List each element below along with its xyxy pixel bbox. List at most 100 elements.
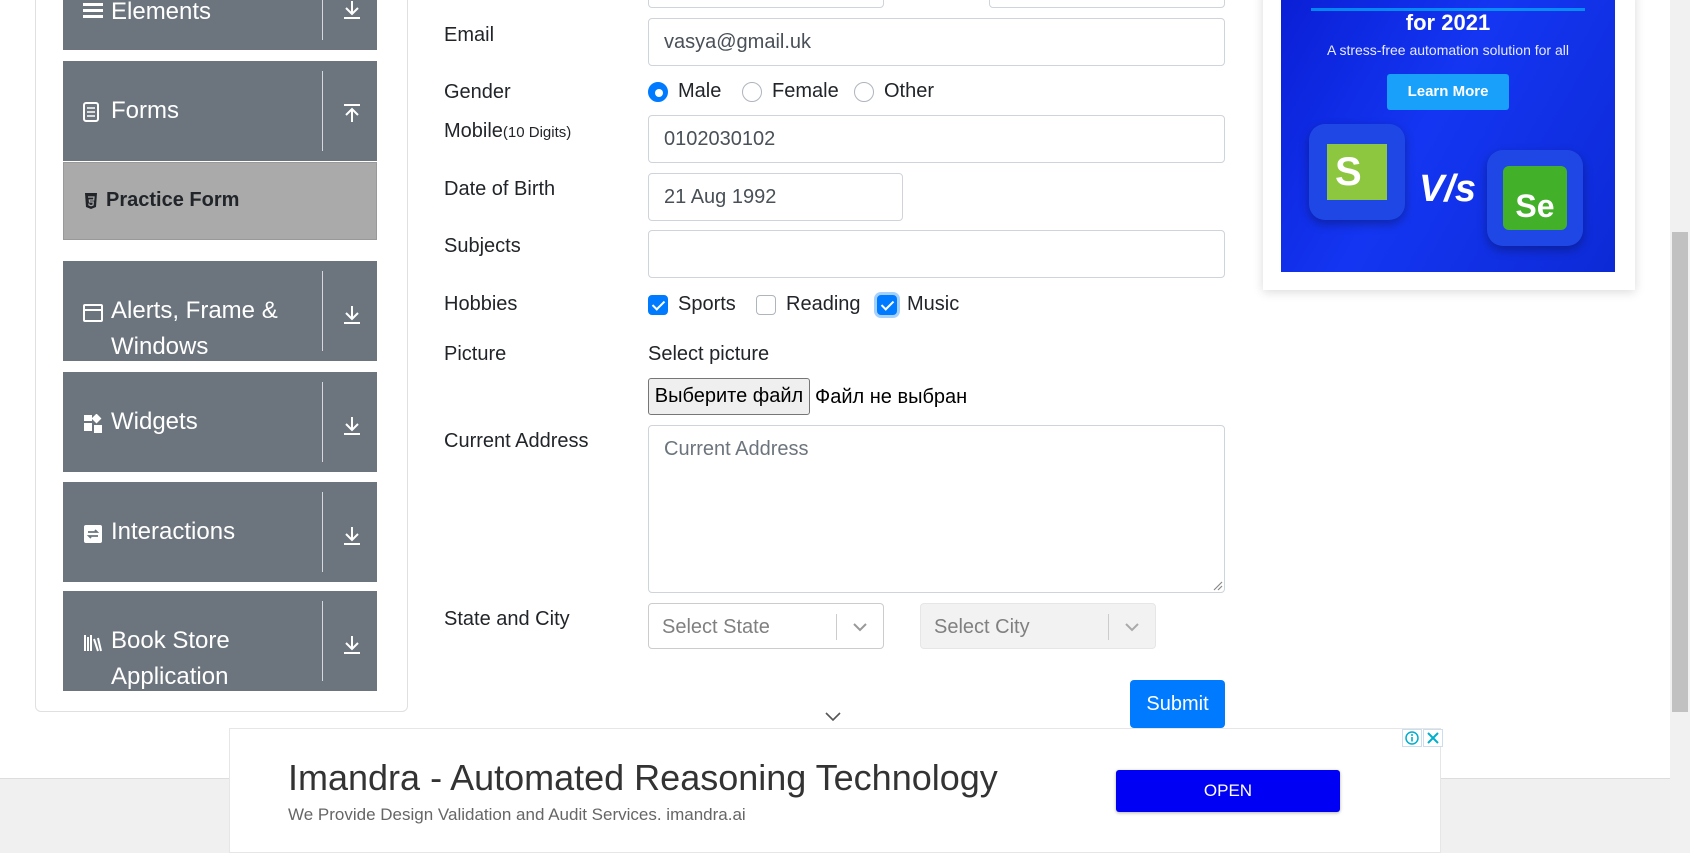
state-select[interactable]: Select State — [648, 603, 884, 649]
picture-label: Picture — [444, 343, 507, 365]
sidebar-group-label-line1: Alerts, Frame & — [111, 297, 278, 324]
gender-radio-other[interactable]: Other — [854, 80, 934, 103]
hobby-checkbox-reading[interactable]: Reading — [756, 293, 861, 316]
checkbox[interactable] — [877, 294, 897, 315]
city-select[interactable]: Select City — [920, 603, 1156, 649]
address-textarea[interactable]: Current Address — [648, 425, 1225, 593]
ad-description: We Provide Design Validation and Audit S… — [288, 805, 746, 824]
divider — [322, 271, 323, 351]
hobby-checkbox-music[interactable]: Music — [877, 293, 959, 316]
download-arrow-icon[interactable] — [340, 633, 364, 657]
sidebar-group-label: Widgets — [111, 408, 198, 435]
ad-subtitle: A stress-free automation solution for al… — [1326, 42, 1569, 58]
checkbox-label: Music — [907, 293, 960, 315]
sidebar-item-label: Practice Form — [106, 189, 240, 211]
ad-title: for 2021 — [1405, 10, 1491, 35]
checkbox-label: Reading — [786, 293, 861, 315]
city-placeholder: Select City — [934, 616, 1030, 638]
mobile-field[interactable]: 0102030102 — [648, 115, 1225, 163]
sidebar-group-label: Interactions — [111, 518, 236, 545]
gender-radio-male[interactable]: Male — [648, 80, 721, 103]
selenium-logo: Se — [1487, 150, 1583, 246]
ad-info-icon[interactable] — [1402, 729, 1422, 747]
state-city-label: State and City — [444, 608, 570, 630]
previous-field-right[interactable] — [989, 0, 1225, 8]
divider — [322, 71, 323, 151]
ad-open-button[interactable]: OPEN — [1116, 770, 1340, 812]
interactions-icon — [84, 525, 102, 543]
divider — [322, 382, 323, 462]
ad-headline[interactable]: Imandra - Automated Reasoning Technology — [288, 757, 998, 799]
chevron-down-icon[interactable] — [1122, 617, 1142, 637]
dob-field[interactable]: 21 Aug 1992 — [648, 173, 903, 221]
sidebar-group-interactions[interactable]: Interactions — [63, 482, 377, 582]
sidebar-group-book-store[interactable]: Book Store Application — [63, 591, 377, 691]
sidebar-group-forms[interactable]: Forms — [63, 61, 377, 161]
checkbox[interactable] — [648, 294, 668, 315]
mobile-label-text: Mobile — [444, 120, 503, 142]
address-label: Current Address — [444, 430, 589, 452]
sidebar-group-label: Forms — [111, 97, 179, 124]
window-icon — [83, 304, 103, 322]
choose-file-button[interactable]: Выберите файл — [648, 378, 810, 415]
file-status: Файл не выбран — [815, 386, 968, 408]
katalon-logo-letter: S — [1335, 150, 1362, 194]
chevron-down-icon[interactable] — [823, 710, 843, 724]
html5-icon — [85, 193, 97, 209]
sidebar-group-elements[interactable]: Elements — [63, 0, 377, 50]
books-icon — [84, 635, 102, 652]
sidebar-item-practice-form[interactable]: Practice Form — [63, 162, 377, 240]
divider — [322, 0, 323, 40]
select-separator — [1108, 614, 1109, 640]
scrollbar-thumb[interactable] — [1672, 232, 1688, 712]
radio-button[interactable] — [742, 81, 762, 102]
radio-label: Male — [678, 80, 722, 102]
select-separator — [836, 614, 837, 640]
mobile-label: Mobile(10 Digits) — [444, 120, 571, 143]
download-arrow-icon[interactable] — [340, 0, 364, 22]
form-icon — [83, 102, 99, 122]
download-arrow-icon[interactable] — [340, 414, 364, 438]
submit-button[interactable]: Submit — [1130, 680, 1225, 728]
hobbies-label: Hobbies — [444, 293, 518, 315]
radio-button[interactable] — [648, 81, 668, 102]
ad-close-icon[interactable] — [1423, 729, 1443, 747]
vs-text: V/s — [1419, 168, 1477, 210]
subjects-input[interactable] — [648, 230, 1225, 278]
sidebar-group-label-line2: Windows — [111, 333, 209, 360]
side-ad[interactable]: for 2021 A stress-free automation soluti… — [1263, 0, 1635, 290]
sidebar-group-label-line2: Application — [111, 663, 229, 690]
resize-handle-icon[interactable] — [1211, 579, 1223, 591]
selenium-logo-letters: Se — [1515, 188, 1555, 224]
gender-label: Gender — [444, 81, 511, 103]
sidebar-group-alerts[interactable]: Alerts, Frame & Windows — [63, 261, 377, 361]
selenium-logo-mark: Se — [1503, 166, 1567, 230]
radio-label: Other — [884, 80, 935, 102]
select-picture-label: Select picture — [648, 343, 770, 365]
learn-more-button[interactable]: Learn More — [1387, 74, 1509, 110]
katalon-logo: S — [1309, 124, 1405, 220]
download-arrow-icon[interactable] — [340, 303, 364, 327]
upload-arrow-icon[interactable] — [340, 101, 364, 125]
chevron-down-icon[interactable] — [850, 617, 870, 637]
widgets-icon — [84, 414, 102, 433]
download-arrow-icon[interactable] — [340, 524, 364, 548]
dob-label: Date of Birth — [444, 178, 556, 200]
state-placeholder: Select State — [662, 616, 770, 638]
divider — [322, 601, 323, 681]
divider — [322, 492, 323, 572]
previous-field-left[interactable] — [648, 0, 884, 8]
gender-radio-female[interactable]: Female — [742, 80, 839, 103]
checkbox[interactable] — [756, 294, 776, 315]
side-ad-banner[interactable]: for 2021 A stress-free automation soluti… — [1281, 0, 1615, 272]
sidebar-group-widgets[interactable]: Widgets — [63, 372, 377, 472]
email-field[interactable]: vasya@gmail.uk — [648, 18, 1225, 66]
bottom-ad-banner[interactable]: Imandra - Automated Reasoning Technology… — [229, 728, 1443, 853]
hamburger-icon — [83, 3, 103, 18]
hobby-checkbox-sports[interactable]: Sports — [648, 293, 736, 316]
checkbox-label: Sports — [678, 293, 736, 315]
radio-button[interactable] — [854, 81, 874, 102]
email-label: Email — [444, 24, 495, 46]
radio-label: Female — [772, 80, 839, 102]
sidebar-group-label-line1: Book Store — [111, 627, 230, 654]
